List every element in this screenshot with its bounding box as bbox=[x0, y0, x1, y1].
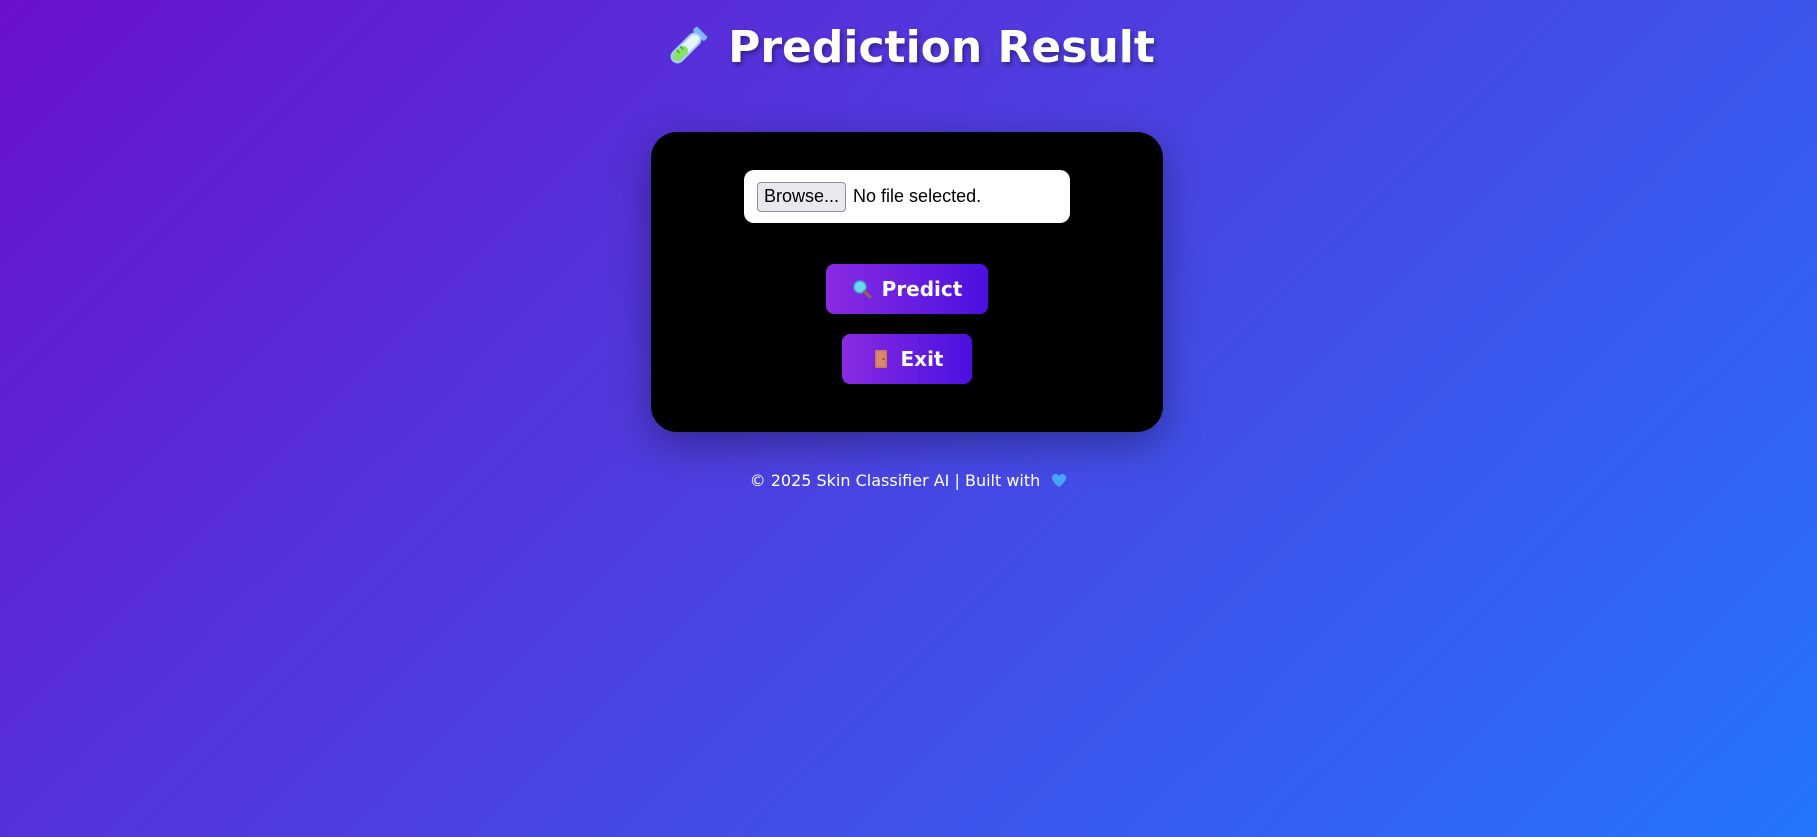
door-icon bbox=[874, 350, 887, 368]
predict-label: Predict bbox=[881, 277, 963, 301]
predict-button[interactable]: Predict bbox=[826, 264, 988, 314]
file-input[interactable]: Browse... No file selected. bbox=[744, 170, 1070, 223]
footer: © 2025 Skin Classifier AI | Built with bbox=[0, 471, 1817, 490]
magnifier-icon bbox=[852, 280, 872, 299]
browse-button[interactable]: Browse... bbox=[757, 181, 847, 212]
file-status-text: No file selected. bbox=[853, 186, 982, 206]
upload-card: Browse... No file selected. Predict Exit bbox=[651, 132, 1163, 432]
page-title-text: Prediction Result bbox=[728, 22, 1155, 73]
test-tube-icon bbox=[670, 26, 708, 63]
exit-button[interactable]: Exit bbox=[842, 334, 972, 384]
blue-heart-icon bbox=[1052, 474, 1067, 487]
footer-text: © 2025 Skin Classifier AI | Built with bbox=[749, 471, 1041, 490]
page-title: Prediction Result bbox=[0, 22, 1817, 73]
exit-label: Exit bbox=[900, 347, 944, 371]
